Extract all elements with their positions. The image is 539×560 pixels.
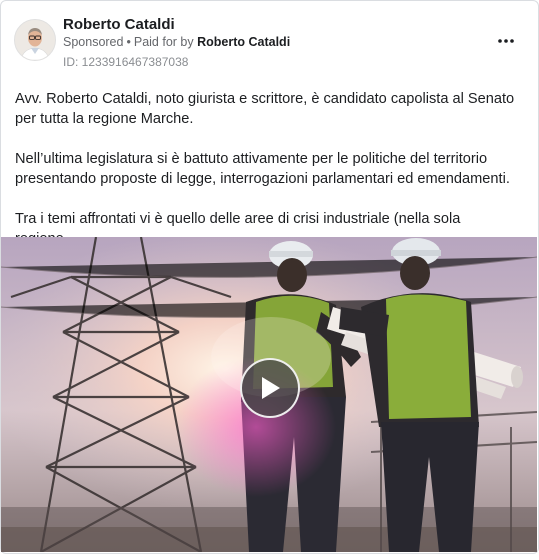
avatar[interactable] bbox=[14, 19, 56, 61]
avatar-image bbox=[15, 20, 55, 60]
play-icon bbox=[262, 377, 280, 399]
ad-id: ID: 1233916467387038 bbox=[63, 55, 189, 69]
paid-for-label: Paid for by bbox=[133, 35, 194, 49]
body-paragraph: Nell’ultima legislatura si è battuto att… bbox=[15, 151, 510, 187]
meta-separator: • bbox=[126, 35, 131, 49]
play-button[interactable] bbox=[240, 358, 300, 418]
sponsored-label: Sponsored bbox=[63, 35, 124, 49]
author-name[interactable]: Roberto Cataldi bbox=[63, 16, 175, 33]
body-paragraph: Avv. Roberto Cataldi, noto giurista e sc… bbox=[15, 91, 515, 127]
paid-for-name[interactable]: Roberto Cataldi bbox=[197, 35, 290, 49]
more-options-icon bbox=[498, 39, 514, 43]
sponsored-line: Sponsored • Paid for by Roberto Cataldi bbox=[63, 35, 290, 49]
more-options-button[interactable] bbox=[492, 29, 520, 53]
